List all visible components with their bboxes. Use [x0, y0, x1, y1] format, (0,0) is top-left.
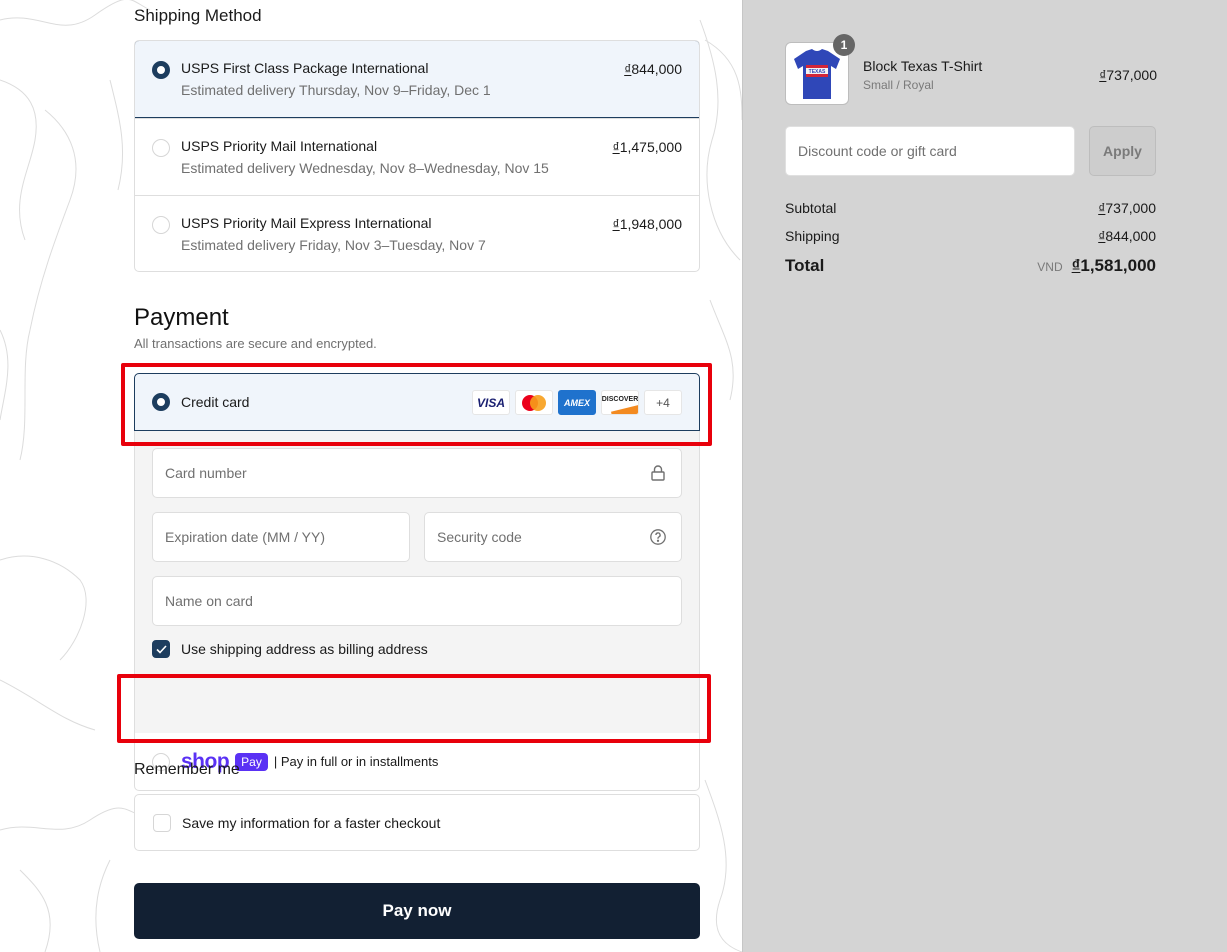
product-name: Block Texas T-Shirt — [863, 58, 983, 74]
shop-pay-label: | Pay in full or in installments — [273, 754, 439, 769]
shipping-option-eta: Estimated delivery Friday, Nov 3–Tuesday… — [181, 237, 486, 253]
total-row: Total VND ₫1,581,000 — [785, 256, 1156, 276]
order-line-item: TEXAS 1 Block Texas T-Shirt Small / Roya… — [785, 34, 1157, 106]
save-info-checkbox[interactable] — [153, 813, 171, 832]
currency-code: VND — [1037, 260, 1063, 274]
tshirt-print-text: TEXAS — [809, 69, 826, 75]
product-thumbnail: TEXAS 1 — [785, 34, 855, 105]
shipping-label: Shipping — [785, 228, 840, 244]
more-brands-badge: +4 — [644, 390, 682, 415]
radio-selected-icon[interactable] — [152, 61, 170, 79]
payment-title: Payment — [134, 304, 229, 331]
payment-header: Payment All transactions are secure and … — [134, 304, 700, 351]
dong-symbol: ₫ — [612, 216, 620, 232]
credit-card-form: Card number Expiration date (MM / YY) Se… — [134, 431, 700, 733]
billing-address-checkbox[interactable] — [152, 640, 170, 658]
shipping-option-priority-express[interactable]: USPS Priority Mail Express International… — [135, 195, 699, 271]
billing-address-label: Use shipping address as billing address — [181, 641, 428, 657]
shipping-option-eta: Estimated delivery Thursday, Nov 9–Frida… — [181, 82, 491, 98]
shipping-option-name: USPS Priority Mail Express International — [181, 215, 432, 231]
pay-now-button[interactable]: Pay now — [134, 883, 700, 939]
total-label: Total — [785, 256, 825, 275]
shipping-option-price: ₫1,948,000 — [613, 216, 682, 232]
shipping-option-amount: 844,000 — [631, 61, 682, 77]
radio-selected-icon[interactable] — [152, 393, 170, 411]
shipping-option-priority-mail[interactable]: USPS Priority Mail International Estimat… — [135, 118, 699, 195]
shipping-option-price: ₫844,000 — [624, 61, 682, 77]
lock-icon — [651, 465, 665, 481]
visa-icon: VISA — [472, 390, 510, 415]
amex-icon: AMEX — [558, 390, 596, 415]
save-info-label: Save my information for a faster checkou… — [182, 814, 441, 831]
security-code-field[interactable]: Security code — [424, 512, 682, 562]
shop-pay-logo-badge: Pay — [235, 752, 268, 771]
discover-icon: DISCOVER — [601, 390, 639, 415]
remember-me-title: Remember me — [134, 761, 240, 778]
payment-methods: Credit card VISA AMEX DISCOVER +4 Card n… — [134, 373, 700, 791]
apply-discount-button[interactable]: Apply — [1089, 126, 1156, 176]
shipping-option-name: USPS Priority Mail International — [181, 138, 378, 154]
dong-symbol: ₫ — [612, 139, 620, 155]
payment-option-credit-card[interactable]: Credit card VISA AMEX DISCOVER +4 — [134, 373, 700, 431]
shipping-option-name: USPS First Class Package International — [181, 60, 429, 76]
shipping-option-amount: 1,475,000 — [619, 139, 682, 155]
card-number-field[interactable]: Card number — [152, 448, 682, 498]
shipping-option-first-class[interactable]: USPS First Class Package International E… — [135, 41, 699, 118]
checkout-main-panel: Shipping Method USPS First Class Package… — [0, 0, 742, 952]
subtotal-value: ₫737,000 — [1098, 200, 1156, 216]
expiration-placeholder: Expiration date (MM / YY) — [165, 529, 326, 545]
product-price: ₫737,000 — [1099, 67, 1157, 83]
total-amount: 1,581,000 — [1080, 256, 1156, 275]
product-variant: Small / Royal — [863, 78, 934, 92]
subtotal-amount: 737,000 — [1105, 200, 1156, 216]
name-on-card-placeholder: Name on card — [165, 593, 253, 609]
remember-me-option[interactable]: Save my information for a faster checkou… — [134, 794, 700, 851]
billing-address-checkbox-row[interactable]: Use shipping address as billing address — [152, 640, 682, 658]
credit-card-label: Credit card — [181, 394, 250, 410]
product-price-amount: 737,000 — [1106, 67, 1157, 83]
shipping-amount: 844,000 — [1105, 228, 1156, 244]
help-circle-icon[interactable] — [649, 528, 667, 546]
name-on-card-field[interactable]: Name on card — [152, 576, 682, 626]
shipping-options-list: USPS First Class Package International E… — [134, 40, 700, 272]
quantity-badge: 1 — [833, 34, 855, 56]
expiration-date-field[interactable]: Expiration date (MM / YY) — [152, 512, 410, 562]
shipping-option-amount: 1,948,000 — [619, 216, 682, 232]
card-number-placeholder: Card number — [165, 465, 247, 481]
security-code-placeholder: Security code — [437, 529, 522, 545]
total-value-group: VND ₫1,581,000 — [1037, 256, 1156, 276]
checkmark-icon — [155, 644, 167, 654]
shipping-method-title: Shipping Method — [134, 6, 262, 25]
shipping-value: ₫844,000 — [1098, 228, 1156, 244]
shipping-option-eta: Estimated delivery Wednesday, Nov 8–Wedn… — [181, 160, 549, 176]
discount-code-input[interactable] — [785, 126, 1075, 176]
radio-unselected-icon[interactable] — [152, 139, 170, 157]
card-brand-icons: VISA AMEX DISCOVER +4 — [472, 390, 682, 415]
mastercard-icon — [515, 390, 553, 415]
shipping-row: Shipping ₫844,000 — [785, 228, 1156, 244]
subtotal-row: Subtotal ₫737,000 — [785, 200, 1156, 216]
shipping-option-price: ₫1,475,000 — [613, 139, 682, 155]
card-details-row: Expiration date (MM / YY) Security code — [152, 512, 682, 576]
subtotal-label: Subtotal — [785, 200, 837, 216]
total-value: ₫1,581,000 — [1072, 256, 1156, 276]
payment-subtitle: All transactions are secure and encrypte… — [134, 336, 377, 351]
radio-unselected-icon[interactable] — [152, 216, 170, 234]
